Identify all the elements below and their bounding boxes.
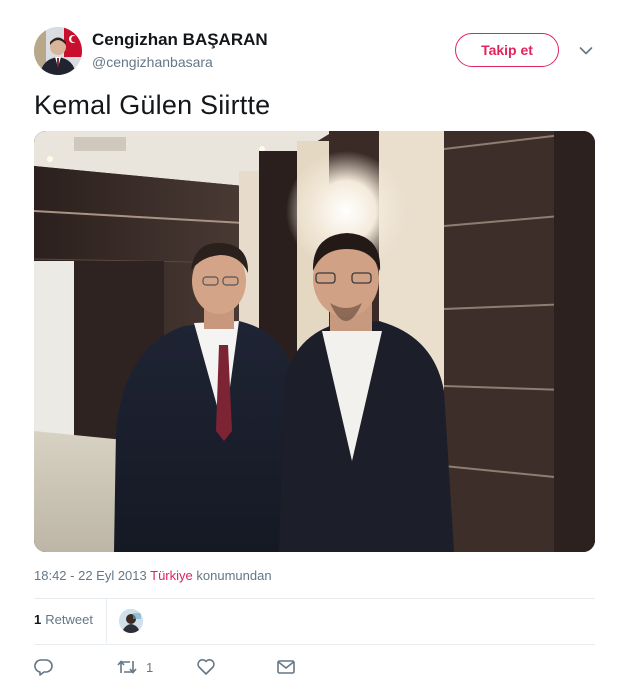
- retweet-button[interactable]: 1: [116, 656, 153, 678]
- reply-icon: [34, 658, 54, 676]
- follow-button[interactable]: Takip et: [455, 33, 559, 67]
- direct-message-button[interactable]: [276, 656, 296, 678]
- retweet-stat-count: 1: [34, 612, 42, 627]
- stats-separator: [106, 599, 107, 643]
- reply-button[interactable]: [34, 656, 54, 678]
- retweet-icon: [116, 658, 138, 676]
- tweet-text: Kemal Gülen Siirtte: [34, 90, 271, 120]
- heart-icon: [196, 658, 216, 676]
- retweet-stat-label: Retweet: [45, 612, 93, 627]
- retweeter-avatar[interactable]: [119, 609, 143, 633]
- location-suffix: konumundan: [196, 568, 272, 583]
- chevron-down-icon: [579, 43, 593, 61]
- author-name[interactable]: Cengizhan BAŞARAN: [92, 30, 268, 50]
- retweet-stats[interactable]: 1 Retweet: [34, 612, 93, 627]
- author-avatar[interactable]: [34, 27, 82, 75]
- tweet-timestamp[interactable]: 18:42 - 22 Eyl 2013: [34, 568, 147, 583]
- tweet-photo[interactable]: [34, 131, 595, 552]
- envelope-icon: [276, 658, 296, 676]
- follow-button-label: Takip et: [481, 42, 533, 58]
- like-button[interactable]: [196, 656, 216, 678]
- tweet-meta: 18:42 - 22 Eyl 2013 Türkiye konumundan: [34, 568, 272, 583]
- more-options-button[interactable]: [576, 42, 596, 62]
- tweet-location[interactable]: Türkiye: [150, 568, 193, 583]
- tweet-card: Cengizhan BAŞARAN @cengizhanbasara Takip…: [0, 0, 627, 698]
- divider-top: [34, 598, 595, 599]
- retweet-count: 1: [146, 659, 154, 675]
- author-handle[interactable]: @cengizhanbasara: [92, 54, 213, 70]
- divider-bottom: [34, 644, 595, 645]
